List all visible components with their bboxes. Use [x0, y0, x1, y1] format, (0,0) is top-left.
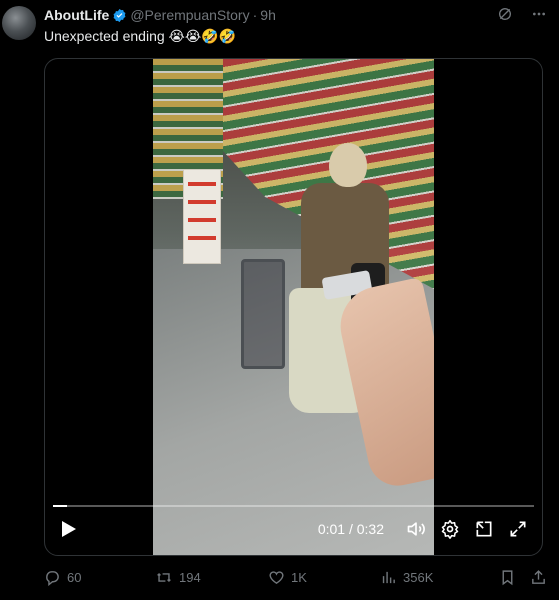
top-actions	[497, 6, 547, 22]
separator-dot: ·	[252, 7, 258, 23]
progress-fill	[53, 505, 68, 507]
views-count: 356K	[403, 569, 434, 585]
grok-icon[interactable]	[497, 6, 513, 22]
tomato-paste-display	[183, 169, 221, 264]
views-button[interactable]: 356K	[380, 569, 495, 586]
verified-badge-icon	[112, 8, 127, 23]
reply-button[interactable]: 60	[44, 569, 155, 586]
repost-count: 194	[179, 569, 201, 585]
handle[interactable]: @PerempuanStory	[130, 6, 249, 24]
time-total: 0:32	[356, 521, 384, 537]
reply-icon	[46, 570, 59, 586]
display-name[interactable]: AboutLife	[44, 6, 109, 24]
picture-in-picture-icon[interactable]	[472, 517, 496, 541]
tweet-header: AboutLife @PerempuanStory · 9h	[44, 6, 276, 24]
repost-icon	[157, 572, 171, 582]
reply-count: 60	[67, 569, 82, 585]
share-icon	[532, 569, 545, 584]
tweet-text: Unexpected ending 😭😭🤣🤣	[44, 28, 237, 44]
video-timecode: 0:01 / 0:32	[318, 521, 384, 537]
tweet-actions: 60 194 1K 356K	[44, 566, 547, 588]
video-frame[interactable]	[153, 59, 434, 555]
share-button[interactable]	[530, 569, 547, 586]
bookmark-button[interactable]	[499, 569, 516, 586]
views-icon	[382, 571, 395, 583]
like-button[interactable]: 1K	[268, 569, 380, 586]
shopping-cart	[241, 259, 285, 369]
like-count: 1K	[291, 569, 307, 585]
more-icon[interactable]	[531, 6, 547, 22]
settings-icon[interactable]	[438, 517, 462, 541]
repost-button[interactable]: 194	[155, 569, 268, 586]
video-player[interactable]: 0:01 / 0:32	[44, 58, 543, 556]
time-separator: /	[348, 521, 353, 537]
bookmark-icon	[502, 569, 513, 585]
like-icon	[269, 570, 284, 584]
fullscreen-icon[interactable]	[506, 517, 530, 541]
avatar[interactable]	[2, 6, 36, 40]
volume-icon[interactable]	[404, 517, 428, 541]
time-current: 0:01	[317, 521, 346, 537]
progress-bar[interactable]	[53, 505, 534, 507]
video-controls: 0:01 / 0:32	[45, 509, 542, 549]
timestamp[interactable]: 9h	[260, 6, 276, 24]
play-icon[interactable]	[57, 517, 81, 541]
